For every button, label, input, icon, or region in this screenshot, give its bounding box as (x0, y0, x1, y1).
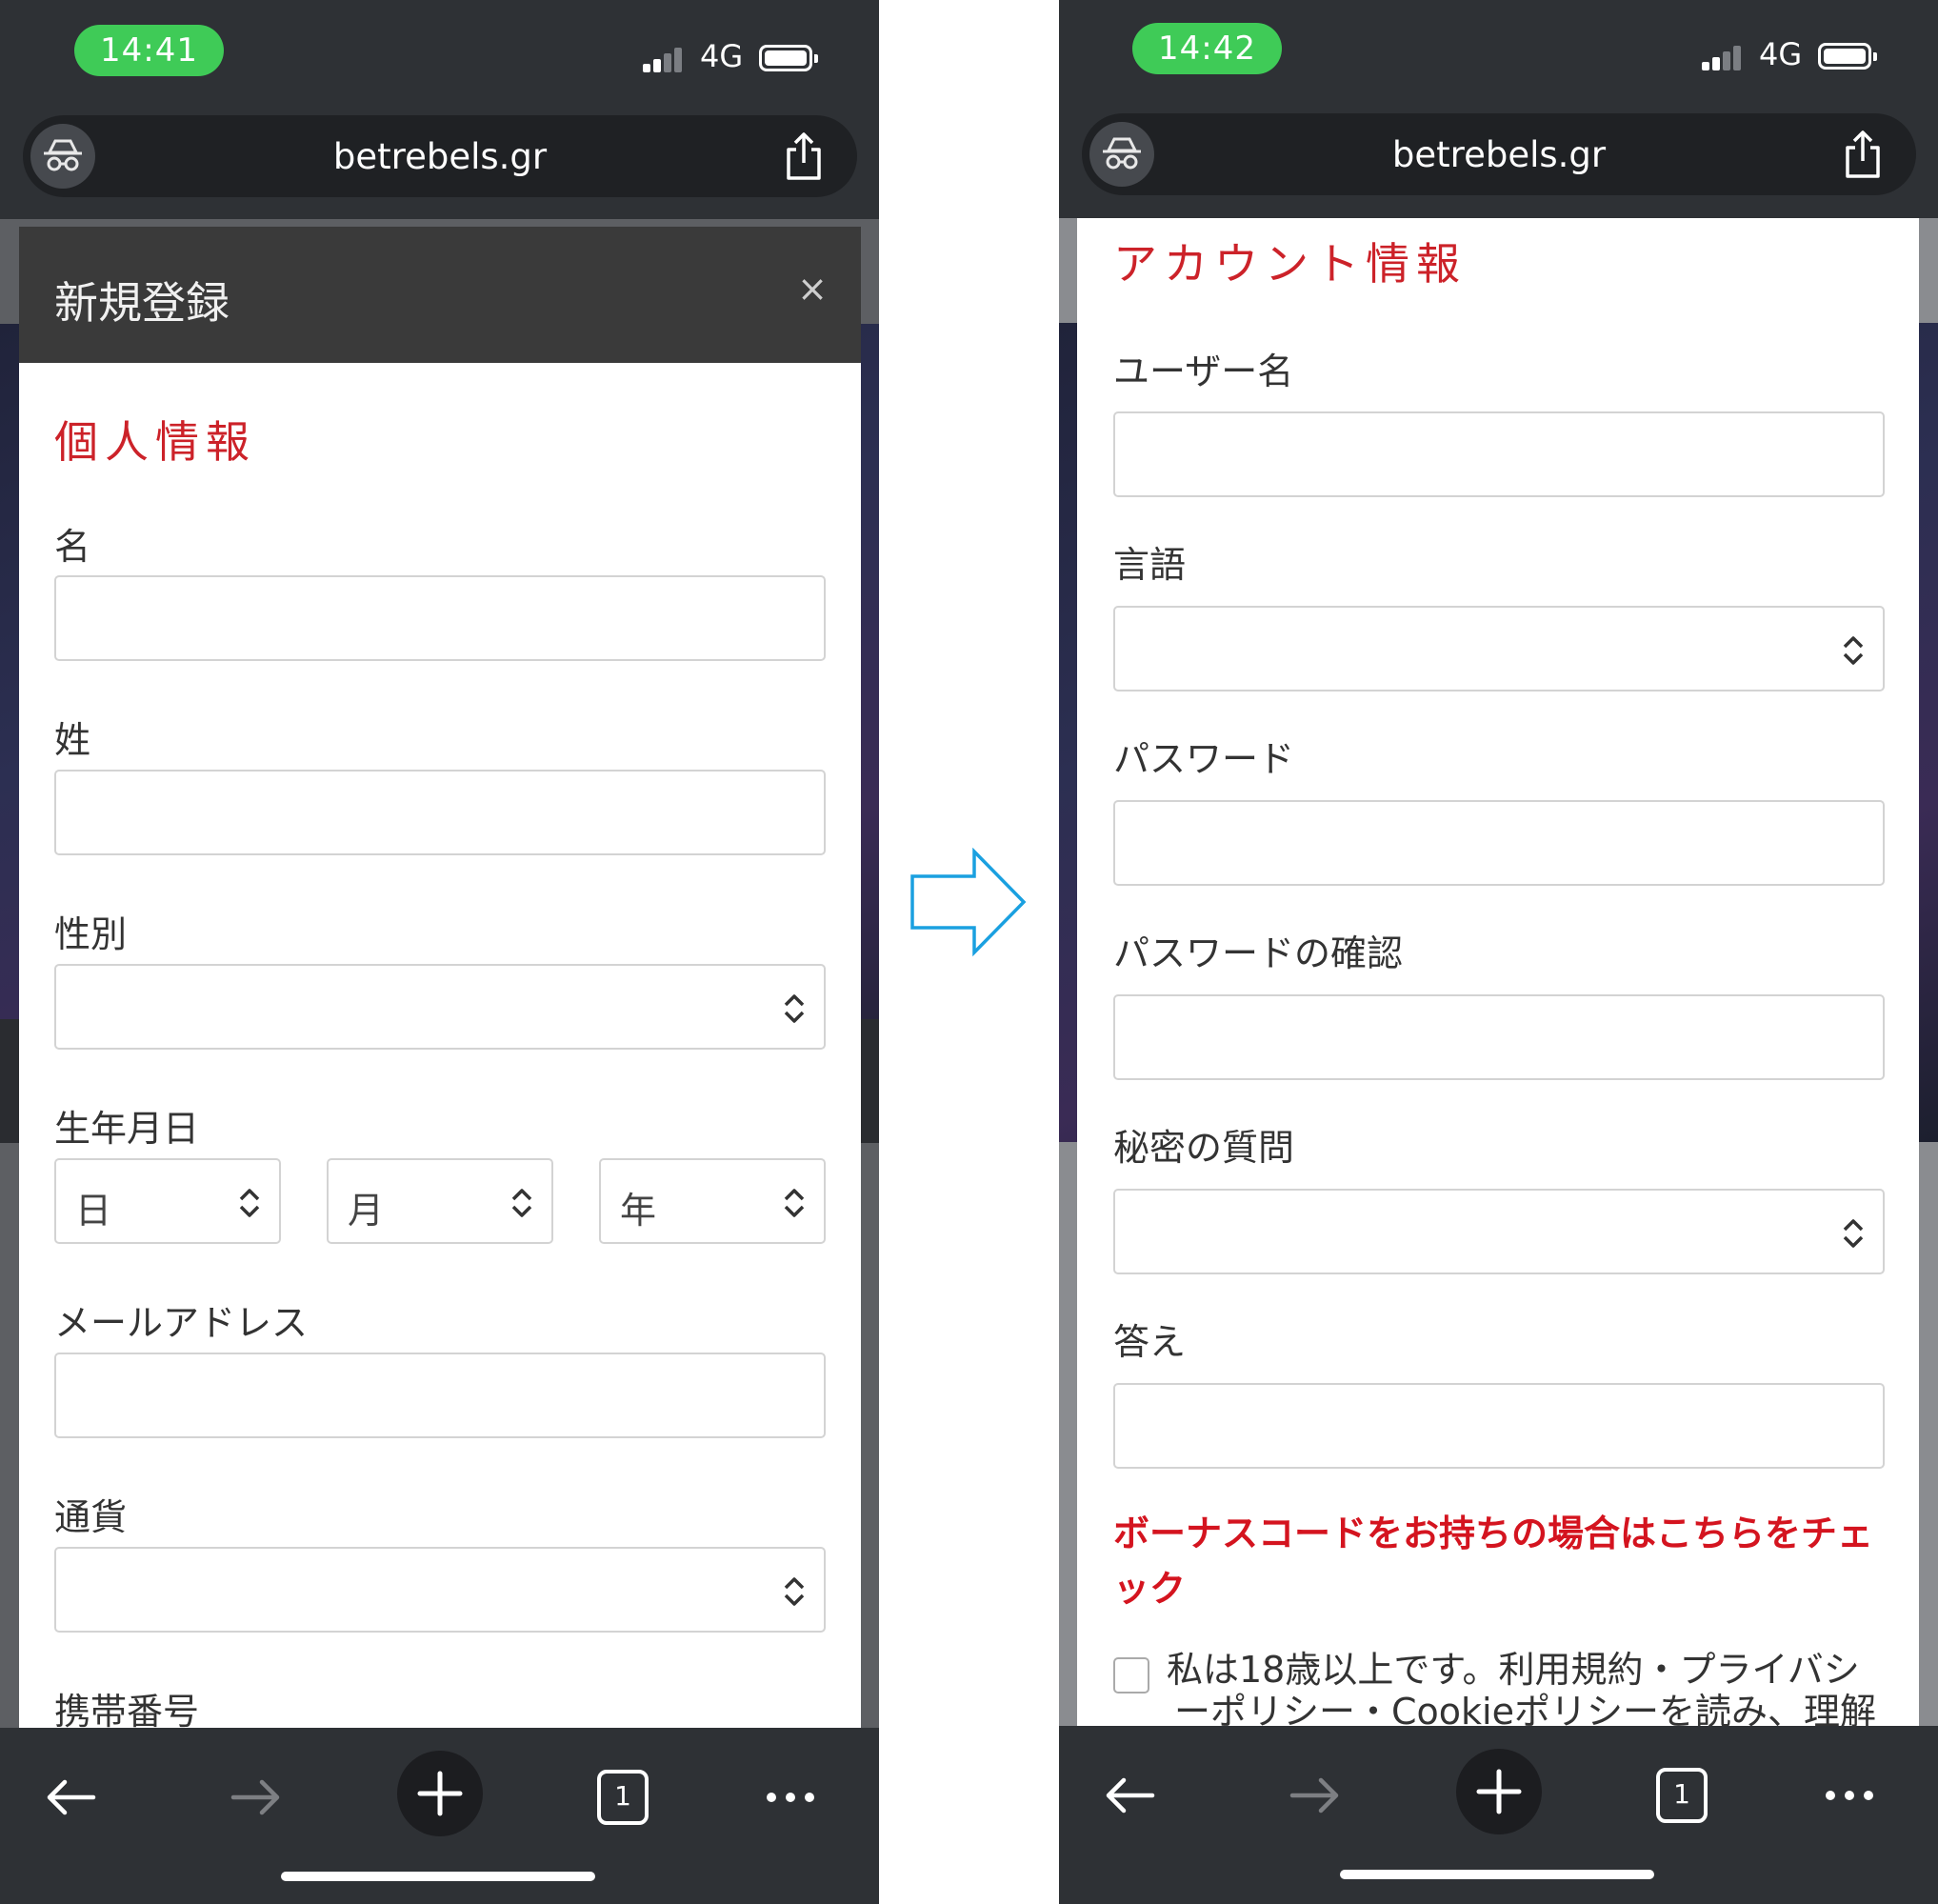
close-icon[interactable]: × (792, 268, 832, 310)
home-indicator (1340, 1870, 1654, 1879)
birthdate-label: 生年月日 (54, 1108, 200, 1150)
address-bar[interactable]: betrebels.gr (1082, 113, 1916, 195)
day-select[interactable]: 日 (54, 1158, 281, 1244)
transition-arrow-icon (909, 847, 1029, 957)
modal-title: 新規登録 (54, 277, 230, 329)
tab-count: 1 (1673, 1778, 1690, 1810)
language-select[interactable] (1113, 606, 1885, 691)
chevron-updown-icon (784, 1189, 805, 1217)
incognito-icon[interactable] (1089, 122, 1154, 187)
bonus-code-link[interactable]: ボーナスコードをお持ちの場合はこちらをチェ ック (1113, 1506, 1894, 1616)
first-name-label: 名 (54, 526, 91, 568)
network-label: 4G (1759, 36, 1803, 72)
plus-icon (417, 1771, 463, 1816)
language-label: 言語 (1113, 544, 1187, 586)
currency-select[interactable] (54, 1547, 826, 1633)
chevron-updown-icon (1843, 636, 1864, 665)
section-title-account: アカウント情報 (1113, 238, 1467, 290)
status-time: 14:41 (74, 25, 224, 76)
battery-icon (1818, 43, 1877, 70)
password-confirm-label: パスワードの確認 (1113, 932, 1404, 974)
bonus-code-link-line1: ボーナスコードをお持ちの場合はこちらをチェ (1113, 1513, 1874, 1554)
last-name-input[interactable] (54, 770, 826, 855)
first-name-input[interactable] (54, 575, 826, 661)
share-icon[interactable] (779, 130, 829, 182)
gender-select[interactable] (54, 964, 826, 1050)
share-icon[interactable] (1838, 129, 1888, 180)
currency-label: 通貨 (54, 1496, 128, 1538)
chevron-updown-icon (1843, 1219, 1864, 1248)
terms-line1: 私は18歳以上です。利用規約・プライバシ (1167, 1649, 1860, 1691)
last-name-label: 姓 (54, 719, 91, 761)
network-label: 4G (700, 38, 744, 74)
year-select[interactable]: 年 (599, 1158, 826, 1244)
day-select-value: 日 (75, 1190, 112, 1232)
status-time: 14:42 (1132, 23, 1282, 74)
terms-line2: ーポリシー・Cookieポリシーを読み、理解 (1174, 1691, 1876, 1727)
chevron-updown-icon (239, 1189, 260, 1217)
section-title-personal: 個人情報 (54, 416, 256, 468)
registration-modal: アカウント情報 ユーザー名 言語 パスワード パスワードの確認 秘密の質問 答え… (1077, 218, 1919, 1727)
phone-screen-right: 14:42 4G betrebels.gr アカウント情報 ユーザー名 言語 パ… (1059, 0, 1938, 1904)
registration-modal: 新規登録 × 個人情報 名 姓 性別 生年月日 日 月 年 メールアドレス 通貨… (19, 227, 861, 1728)
new-tab-button[interactable] (397, 1751, 483, 1836)
tab-count-button[interactable]: 1 (1648, 1762, 1715, 1829)
signal-icon (643, 46, 690, 72)
more-icon[interactable] (757, 1764, 824, 1831)
username-input[interactable] (1113, 411, 1885, 497)
month-select-value: 月 (348, 1190, 385, 1232)
password-label: パスワード (1113, 738, 1295, 780)
forward-arrow-icon[interactable] (1281, 1762, 1348, 1829)
chevron-updown-icon (784, 994, 805, 1023)
bonus-code-link-line2: ック (1113, 1568, 1187, 1610)
page-content: アカウント情報 ユーザー名 言語 パスワード パスワードの確認 秘密の質問 答え… (1059, 218, 1938, 1727)
url-text: betrebels.gr (1391, 133, 1607, 175)
answer-label: 答え (1113, 1321, 1187, 1363)
gender-label: 性別 (54, 913, 128, 955)
year-select-value: 年 (620, 1190, 657, 1232)
answer-input[interactable] (1113, 1383, 1885, 1469)
secret-question-select[interactable] (1113, 1189, 1885, 1274)
password-confirm-input[interactable] (1113, 994, 1885, 1080)
forward-arrow-icon[interactable] (222, 1764, 289, 1831)
status-bar: 14:41 4G (0, 0, 879, 114)
tab-count-button[interactable]: 1 (589, 1764, 656, 1831)
battery-icon (759, 45, 818, 71)
terms-text: 私は18歳以上です。利用規約・プライバシ ーポリシー・Cookieポリシーを読み… (1167, 1649, 1890, 1727)
plus-icon (1476, 1769, 1522, 1814)
incognito-icon[interactable] (30, 124, 95, 189)
more-icon[interactable] (1816, 1762, 1883, 1829)
address-bar[interactable]: betrebels.gr (23, 115, 857, 197)
tab-count: 1 (614, 1780, 631, 1812)
home-indicator (281, 1872, 595, 1881)
phone-screen-left: 14:41 4G betrebels.gr 新規登録 × 個人情報 名 姓 性別… (0, 0, 879, 1904)
browser-toolbar: 1 (1059, 1726, 1938, 1902)
signal-icon (1702, 44, 1749, 70)
chevron-updown-icon (511, 1189, 532, 1217)
page-content: 新規登録 × 個人情報 名 姓 性別 生年月日 日 月 年 メールアドレス 通貨… (0, 219, 879, 1728)
status-bar: 14:42 4G (1059, 0, 1938, 114)
email-label: メールアドレス (54, 1302, 309, 1344)
back-arrow-icon[interactable] (38, 1764, 105, 1831)
chevron-updown-icon (784, 1577, 805, 1606)
url-text: betrebels.gr (332, 135, 548, 177)
mobile-label: 携帯番号 (54, 1691, 200, 1728)
email-input[interactable] (54, 1353, 826, 1438)
modal-header: 新規登録 × (19, 227, 861, 363)
back-arrow-icon[interactable] (1097, 1762, 1164, 1829)
password-input[interactable] (1113, 800, 1885, 886)
age-terms-checkbox[interactable] (1113, 1657, 1149, 1694)
new-tab-button[interactable] (1456, 1749, 1542, 1834)
month-select[interactable]: 月 (327, 1158, 553, 1244)
browser-toolbar: 1 (0, 1728, 879, 1904)
username-label: ユーザー名 (1113, 351, 1294, 392)
secret-question-label: 秘密の質問 (1113, 1127, 1295, 1169)
